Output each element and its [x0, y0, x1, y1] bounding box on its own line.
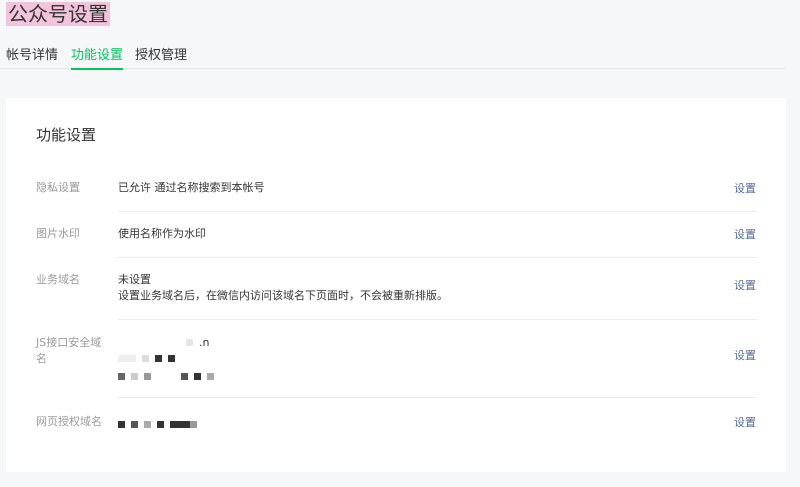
tab-bar: 帐号详情 功能设置 授权管理: [0, 42, 786, 70]
redacted-domain: [118, 417, 203, 433]
page-title: 公众号设置: [6, 2, 110, 26]
card-heading: 功能设置: [36, 126, 97, 144]
privacy-settings-link[interactable]: 设置: [734, 180, 756, 196]
row-label: 图片水印: [36, 227, 80, 240]
row-value: 未设置: [118, 273, 151, 286]
business-domain-settings-link[interactable]: 设置: [734, 277, 756, 293]
redacted-domain: .n: [118, 335, 238, 385]
divider: [118, 397, 756, 398]
tab-account-details[interactable]: 帐号详情: [6, 44, 58, 68]
row-label: 业务域名: [36, 273, 80, 286]
settings-card: 功能设置 隐私设置 已允许 通过名称搜索到本帐号 设置 图片水印 使用名称作为水…: [6, 98, 786, 472]
row-label: 隐私设置: [36, 181, 80, 194]
js-domain-settings-link[interactable]: 设置: [734, 347, 756, 363]
row-label: JS接口安全域名: [36, 336, 102, 365]
row-value: 已允许 通过名称搜索到本帐号: [118, 181, 265, 194]
row-value: .n: [199, 336, 210, 349]
divider: [118, 257, 756, 258]
tab-authorization[interactable]: 授权管理: [135, 44, 187, 68]
divider: [118, 211, 756, 212]
row-hint: 设置业务域名后，在微信内访问该域名下页面时，不会被重新排版。: [118, 289, 448, 302]
row-value: 使用名称作为水印: [118, 227, 206, 240]
divider: [118, 319, 756, 320]
watermark-settings-link[interactable]: 设置: [734, 226, 756, 242]
tab-feature-settings[interactable]: 功能设置: [71, 44, 124, 70]
row-label: 网页授权域名: [36, 415, 102, 428]
oauth-domain-settings-link[interactable]: 设置: [734, 414, 756, 430]
